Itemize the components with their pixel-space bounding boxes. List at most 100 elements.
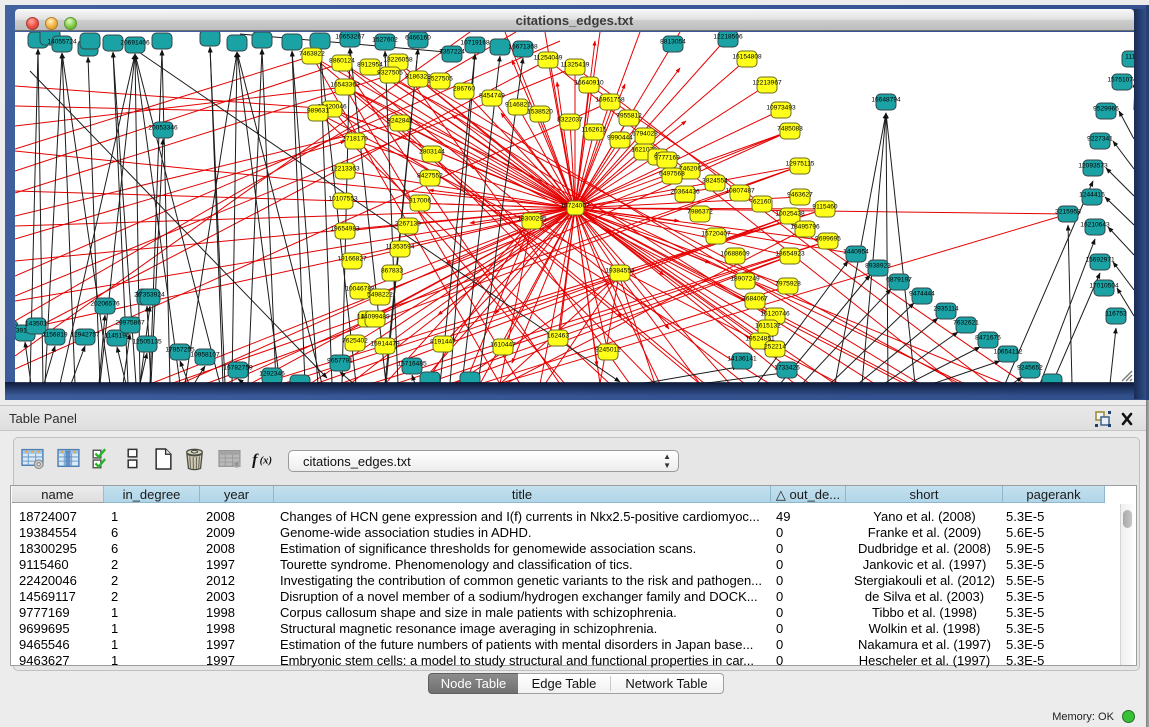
svg-text:8427552: 8427552 [417,173,443,180]
svg-text:15720407: 15720407 [701,231,731,238]
svg-text:9990444: 9990444 [607,135,633,142]
svg-text:8938923: 8938923 [865,263,891,270]
svg-text:14055724: 14055724 [47,39,77,46]
svg-text:8471676: 8471676 [975,335,1001,342]
svg-text:9777169: 9777169 [654,155,680,162]
svg-text:16671368: 16671368 [508,44,538,51]
svg-text:1162615: 1162615 [581,127,607,134]
svg-text:8813054: 8813054 [660,39,686,46]
svg-text:9115460: 9115460 [812,204,838,211]
svg-text:13654923: 13654923 [775,251,805,258]
svg-text:10958107: 10958107 [190,352,220,359]
svg-text:10654112: 10654112 [994,349,1023,356]
svg-text:20691406: 20691406 [120,40,150,47]
svg-text:9245012: 9245012 [595,347,621,354]
svg-text:1733426: 1733426 [774,365,800,372]
svg-text:116753: 116753 [1105,311,1127,318]
svg-text:10719168: 10719168 [460,40,490,47]
svg-text:16120746: 16120746 [760,311,790,318]
svg-text:7975928: 7975928 [775,281,801,288]
svg-text:1527602: 1527602 [372,37,398,44]
svg-text:8454749: 8454749 [479,93,505,100]
svg-text:12093573: 12093573 [1078,163,1108,170]
svg-text:f: f [252,451,259,468]
svg-text:18907249: 18907249 [730,276,760,283]
svg-text:17353924: 17353924 [135,292,165,299]
svg-text:14136141: 14136141 [727,356,757,363]
svg-text:12218506: 12218506 [713,34,743,41]
svg-text:(x): (x) [260,455,272,466]
svg-text:7955812: 7955812 [616,113,642,120]
svg-text:16914479: 16914479 [370,341,400,348]
svg-text:20206576: 20206576 [90,301,120,308]
svg-text:15751074: 15751074 [1107,77,1134,84]
svg-text:1145194: 1145194 [104,333,130,340]
svg-text:8191447: 8191447 [430,339,456,346]
svg-text:29975867: 29975867 [115,320,145,327]
svg-text:9227341: 9227341 [1087,136,1113,143]
svg-text:16210643: 16210643 [1080,222,1110,229]
svg-text:1440954: 1440954 [843,249,869,256]
svg-text:12505135: 12505135 [132,339,162,346]
svg-text:3267130: 3267130 [395,221,421,228]
svg-text:15692971: 15692971 [1085,257,1115,264]
svg-text:1615132: 1615132 [755,323,781,330]
svg-text:2803144: 2803144 [419,149,445,156]
svg-text:1538520: 1538520 [527,109,553,116]
svg-text:20364436: 20364436 [670,189,700,196]
svg-text:2718170: 2718170 [342,136,368,143]
svg-text:9474444: 9474444 [909,291,935,298]
svg-text:6497568: 6497568 [659,171,685,178]
svg-text:11325419: 11325419 [561,62,590,69]
svg-text:9245652: 9245652 [1017,365,1043,372]
svg-text:18300295: 18300295 [517,216,547,223]
svg-text:16782759: 16782759 [223,365,253,372]
svg-text:9657791: 9657791 [327,358,353,365]
svg-text:9146821: 9146821 [505,102,531,109]
svg-text:20053346: 20053346 [148,125,178,132]
svg-text:7986372: 7986372 [687,209,713,216]
svg-text:19384554: 19384554 [605,268,635,275]
svg-text:317006: 317006 [409,198,431,205]
svg-text:7357224: 7357224 [439,49,465,56]
svg-text:3684067: 3684067 [742,296,768,303]
svg-text:286760: 286760 [453,86,475,93]
svg-text:6466160: 6466160 [405,35,431,42]
svg-text:18724007: 18724007 [560,203,590,210]
svg-text:989631: 989631 [307,108,329,115]
svg-text:16640910: 16640910 [574,80,604,87]
svg-text:6794028: 6794028 [632,131,658,138]
svg-text:16961758: 16961758 [595,97,625,104]
svg-text:12213967: 12213967 [752,80,782,87]
svg-text:9327505: 9327505 [377,70,403,77]
svg-text:10973493: 10973493 [766,105,796,112]
svg-text:16543362: 16543362 [330,82,360,89]
svg-text:2935114: 2935114 [933,306,959,313]
svg-text:252214: 252214 [764,344,786,351]
svg-text:3215958: 3215958 [1055,209,1081,216]
svg-text:1117: 1117 [1125,54,1134,61]
svg-text:62160: 62160 [753,199,772,206]
svg-text:12942757: 12942757 [70,332,100,339]
svg-text:867833: 867833 [381,268,403,275]
svg-text:143501: 143501 [25,321,47,328]
svg-text:15716485: 15716485 [397,361,427,368]
svg-text:16154808: 16154808 [732,54,762,61]
svg-text:8912954: 8912954 [357,62,383,69]
svg-text:13226058: 13226058 [383,57,413,64]
svg-text:8322037: 8322037 [557,117,583,124]
svg-text:7485083: 7485083 [777,126,803,133]
svg-text:10107553: 10107553 [328,196,358,203]
svg-text:162463: 162463 [547,333,569,340]
svg-text:10807487: 10807487 [725,188,755,195]
svg-text:1244415: 1244415 [1079,192,1105,199]
svg-text:19654983: 19654983 [330,226,360,233]
svg-text:10025438: 10025438 [775,211,805,218]
svg-text:9242843: 9242843 [387,118,413,125]
svg-text:7463822: 7463822 [299,51,325,58]
svg-text:9699695: 9699695 [815,236,841,243]
svg-text:1156819: 1156819 [42,332,68,339]
svg-text:11254049: 11254049 [534,55,563,62]
svg-text:3824554: 3824554 [702,178,728,185]
svg-text:1610447: 1610447 [490,342,516,349]
